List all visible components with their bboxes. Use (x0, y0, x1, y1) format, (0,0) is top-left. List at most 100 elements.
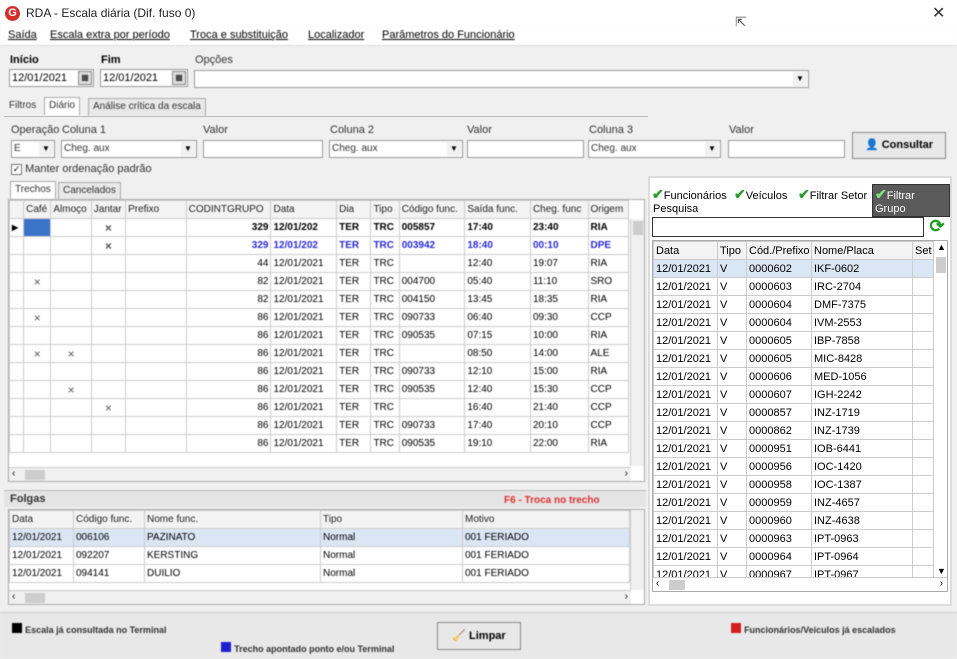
cell-prefixo[interactable] (125, 398, 187, 417)
table-row[interactable]: 12/01/2021 V 0000605 MIC-8428 (653, 349, 936, 368)
cell-origem[interactable]: DPE (587, 236, 629, 255)
col-header-codigo-func[interactable]: Código func. (398, 200, 466, 219)
col-header-codintgrupo[interactable]: CODINTGRUPO (185, 200, 272, 219)
table-row[interactable]: 86 12/01/2021 TER TRC 090535 07:15 10:00 RIA (9, 326, 629, 345)
menu-troca[interactable]: Troca e substituição (190, 29, 288, 41)
cell-prefixo[interactable] (125, 308, 187, 327)
cell-cod[interactable]: 092207 (73, 546, 145, 565)
cell-dia[interactable]: TER (336, 236, 372, 255)
cell-cheg[interactable]: 23:40 (529, 218, 589, 237)
cell-cod[interactable]: 86 (185, 398, 272, 417)
cell-codfunc[interactable] (398, 254, 466, 273)
col-header-data[interactable]: Data (270, 200, 338, 219)
folgas-vertical-scrollbar[interactable] (630, 510, 644, 590)
cell-origem[interactable]: SRO (587, 272, 629, 291)
cell-cod[interactable]: 86 (185, 434, 272, 453)
cell-cod-prefixo[interactable]: 0000603 (746, 277, 812, 296)
trechos-vertical-scrollbar[interactable] (630, 219, 644, 466)
cell-tipo[interactable]: V (717, 295, 747, 314)
cell-tipo[interactable]: V (717, 529, 747, 548)
cell-cod-prefixo[interactable]: 0000607 (746, 385, 812, 404)
coluna1-select[interactable]: Cheg. aux ▼ (61, 140, 197, 158)
col-header-codigo-func[interactable]: Código func. (73, 510, 145, 529)
coluna2-select[interactable]: Cheg. aux ▼ (329, 140, 463, 158)
cell-tipo[interactable]: TRC (370, 398, 400, 417)
fim-date-field[interactable]: 12/01/2021 ▦ (100, 69, 188, 87)
cell-cheg[interactable]: 14:00 (529, 344, 589, 363)
cell-tipo[interactable]: TRC (370, 290, 400, 309)
cell-jantar[interactable]: × (90, 236, 127, 255)
cell-saida[interactable]: 12:10 (464, 362, 531, 381)
cell-origem[interactable]: RIA (587, 326, 629, 345)
cell-cod[interactable]: 86 (185, 308, 272, 327)
table-row[interactable]: 12/01/2021 V 0000960 INZ-4638 (653, 511, 936, 530)
tab-analise[interactable]: Análise crítica da escala (88, 98, 206, 116)
col-header-tipo[interactable]: Tipo (717, 241, 747, 260)
cell-data[interactable]: 12/01/2021 (653, 331, 718, 350)
cell-codfunc[interactable]: 004150 (398, 290, 466, 309)
col-header-prefixo[interactable]: Prefixo (125, 200, 187, 219)
cell-codfunc[interactable] (398, 344, 466, 363)
valor1-input[interactable] (203, 140, 323, 158)
table-row[interactable]: 12/01/2021 V 0000604 IVM-2553 (653, 313, 936, 332)
cell-cafe[interactable] (23, 398, 52, 417)
table-row[interactable]: 12/01/2021 V 0000958 IOC-1387 (653, 475, 936, 494)
table-row[interactable]: 86 12/01/2021 TER TRC 090733 12:10 15:00 RIA (9, 362, 629, 381)
cell-cod[interactable]: 86 (185, 380, 272, 399)
cell-dia[interactable]: TER (336, 272, 372, 291)
cell-saida[interactable]: 05:40 (464, 272, 531, 291)
cell-prefixo[interactable] (125, 434, 187, 453)
cell-origem[interactable]: ALE (587, 344, 629, 363)
cell-almoco[interactable] (50, 236, 92, 255)
row-indicator[interactable] (9, 290, 25, 309)
cell-data[interactable]: 12/01/2021 (270, 254, 338, 273)
cell-data[interactable]: 12/01/2021 (9, 528, 74, 547)
cell-origem[interactable]: CCP (587, 308, 629, 327)
table-row[interactable]: 12/01/2021 V 0000951 IOB-6441 (653, 439, 936, 458)
cell-cod[interactable]: 82 (185, 272, 272, 291)
cell-origem[interactable]: RIA (587, 218, 629, 237)
col-header-data[interactable]: Data (653, 241, 718, 260)
cell-data[interactable]: 12/01/2021 (270, 416, 338, 435)
cell-nome-placa[interactable]: IPT-0963 (811, 529, 913, 548)
cell-nome[interactable]: PAZINATO (144, 528, 321, 547)
row-indicator[interactable] (9, 380, 25, 399)
vehicles-horizontal-scrollbar[interactable]: ‹ › (653, 577, 947, 591)
table-row[interactable]: × 86 12/01/2021 TER TRC 16:40 21:40 CCP (9, 398, 629, 417)
cell-cod-prefixo[interactable]: 0000605 (746, 349, 812, 368)
cell-cod-prefixo[interactable]: 0000960 (746, 511, 812, 530)
cell-prefixo[interactable] (125, 380, 187, 399)
table-row[interactable]: 12/01/2021 V 0000959 INZ-4657 (653, 493, 936, 512)
table-row[interactable]: 12/01/2021 V 0000857 INZ-1719 (653, 403, 936, 422)
cell-jantar[interactable] (90, 272, 127, 291)
cell-almoco[interactable] (50, 362, 92, 381)
cell-tipo[interactable]: V (717, 439, 747, 458)
col-header-jantar[interactable]: Jantar (90, 200, 127, 219)
cell-cheg[interactable]: 15:30 (529, 380, 589, 399)
cell-cafe[interactable] (23, 434, 52, 453)
cell-saida[interactable]: 17:40 (464, 218, 531, 237)
cell-nome-placa[interactable]: MIC-8428 (811, 349, 913, 368)
cell-saida[interactable]: 08:50 (464, 344, 531, 363)
cell-jantar[interactable] (90, 380, 127, 399)
cell-cheg[interactable]: 21:40 (529, 398, 589, 417)
cell-data[interactable]: 12/01/2021 (270, 380, 338, 399)
cell-data[interactable]: 12/01/2021 (653, 403, 718, 422)
chevron-down-icon[interactable]: ▼ (793, 72, 807, 86)
operacao-select[interactable]: E ▼ (11, 140, 55, 158)
cell-cafe[interactable]: × (23, 308, 52, 327)
row-indicator[interactable] (9, 434, 25, 453)
cell-origem[interactable]: CCP (587, 416, 629, 435)
limpar-button[interactable]: 🧹 Limpar (437, 622, 521, 650)
cell-cod-prefixo[interactable]: 0000862 (746, 421, 812, 440)
tab-cancelados[interactable]: Cancelados (58, 182, 121, 200)
cell-cafe[interactable] (23, 290, 52, 309)
cell-tipo[interactable]: Normal (320, 528, 463, 547)
chevron-up-icon[interactable]: ▲ (937, 242, 946, 252)
table-row[interactable]: × × 86 12/01/2021 TER TRC 08:50 14:00 ALE (9, 344, 629, 363)
manter-checkbox[interactable]: ✓ Manter ordenação padrão (11, 163, 152, 175)
cell-dia[interactable]: TER (336, 326, 372, 345)
cell-nome-placa[interactable]: DMF-7375 (811, 295, 913, 314)
cell-jantar[interactable] (90, 416, 127, 435)
cell-cod-prefixo[interactable]: 0000964 (746, 547, 812, 566)
